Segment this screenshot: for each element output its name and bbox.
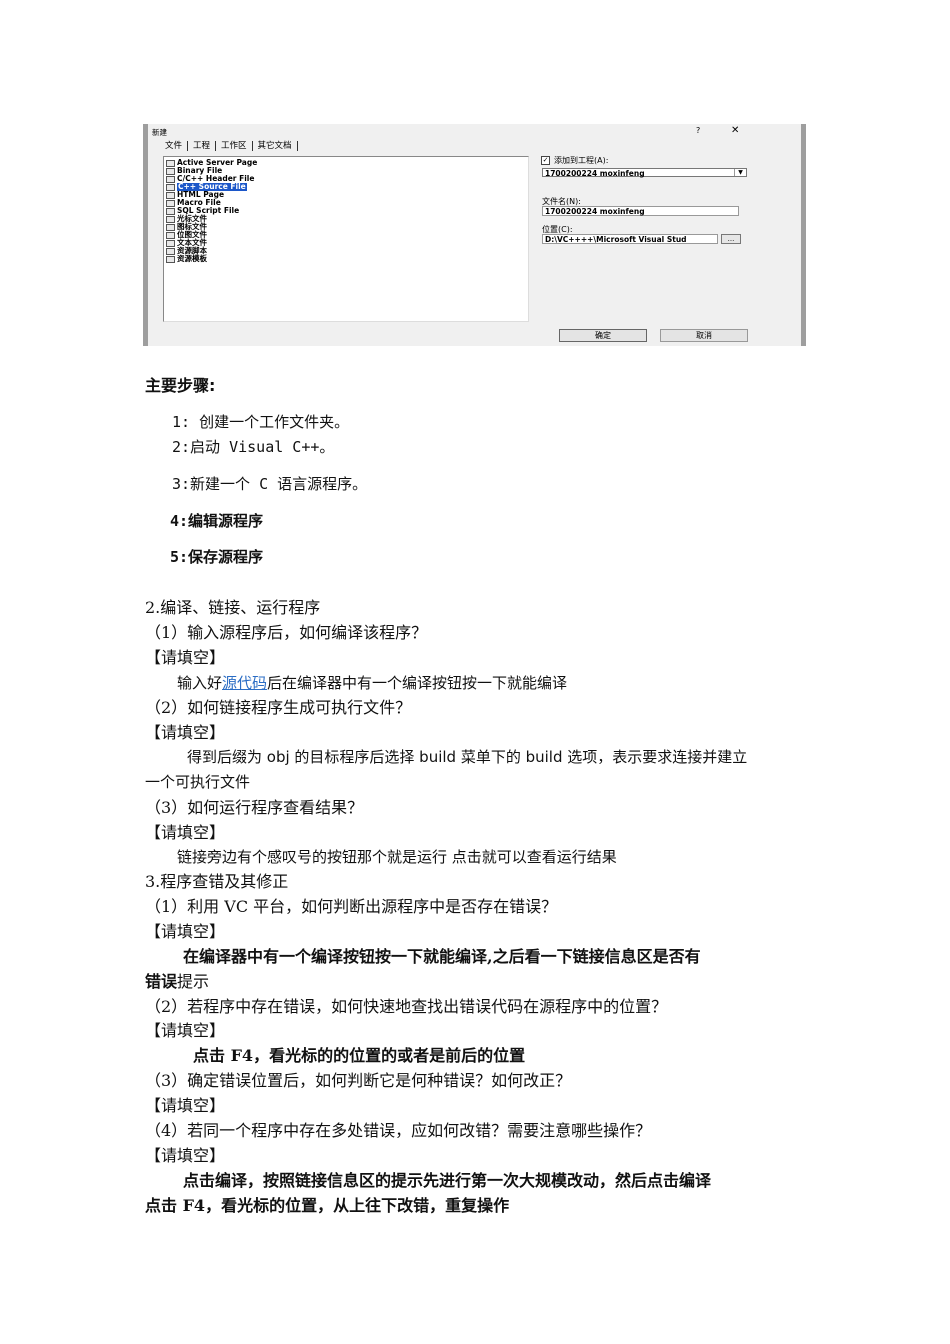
filename-input[interactable]: 1700200224 moxinfeng [542, 206, 739, 216]
asp-file-icon [166, 159, 175, 167]
add-to-project-checkbox[interactable]: ✓ 添加到工程(A): [541, 155, 608, 166]
cpp-file-icon [166, 183, 175, 191]
binary-file-icon [166, 167, 175, 175]
project-select[interactable]: 1700200224 moxinfeng ▼ [542, 168, 747, 178]
fill-in-label: 【请填空】 [145, 922, 226, 941]
file-type-list[interactable]: Active Server Page Binary File C/C++ Hea… [163, 156, 529, 322]
fill-in-label: 【请填空】 [145, 1146, 226, 1165]
question-2-1: （1）输入源程序后，如何编译该程序？ [145, 623, 428, 642]
close-icon[interactable]: ✕ [731, 125, 739, 136]
answer-3-1-line-2: 错误提示 [145, 972, 210, 991]
step-5: 5:保存源程序 [170, 548, 264, 566]
question-2-3: （3）如何运行程序查看结果？ [145, 798, 364, 817]
html-file-icon [166, 191, 175, 199]
checkmark-icon: ✓ [541, 156, 550, 165]
tab-workspaces[interactable]: 工作区 [216, 141, 253, 151]
help-button[interactable]: ? [696, 126, 700, 135]
answer-2-1: 输入好源代码后在编译器中有一个编译按钮按一下就能编译 [177, 674, 568, 692]
section-2-heading: 2.编译、链接、运行程序 [145, 598, 321, 617]
fill-in-label: 【请填空】 [145, 1021, 226, 1040]
steps-heading: 主要步骤: [145, 376, 216, 395]
answer-3-2: 点击 F4，看光标的的位置的或者是前后的位置 [193, 1046, 526, 1065]
header-file-icon [166, 175, 175, 183]
browse-button[interactable]: ... [721, 234, 741, 244]
cancel-button[interactable]: 取消 [660, 329, 748, 342]
list-item[interactable]: 资源模板 [166, 255, 207, 263]
tab-projects[interactable]: 工程 [188, 141, 217, 151]
text-file-icon [166, 239, 175, 247]
cursor-file-icon [166, 215, 175, 223]
chevron-down-icon: ▼ [734, 169, 746, 176]
resource-template-icon [166, 255, 175, 263]
tab-other-documents[interactable]: 其它文档 [253, 141, 298, 151]
dialog-title: 新建 [152, 128, 167, 137]
answer-3-4-line-1: 点击编译，按照链接信息区的提示先进行第一次大规模改动，然后点击编译 [183, 1171, 712, 1190]
step-3: 3:新建一个 C 语言源程序。 [172, 475, 368, 493]
fill-in-label: 【请填空】 [145, 723, 226, 742]
bitmap-file-icon [166, 231, 175, 239]
step-4: 4:编辑源程序 [170, 512, 264, 530]
ok-button[interactable]: 确定 [559, 329, 647, 342]
icon-file-icon [166, 223, 175, 231]
new-file-dialog: 新建 ? ✕ 文件 工程 工作区 其它文档 Active Server Page… [148, 124, 801, 346]
question-3-1: （1）利用 VC 平台，如何判断出源程序中是否存在错误？ [145, 897, 558, 916]
answer-2-2-line-1: 得到后缀为 obj 的目标程序后选择 build 菜单下的 build 选项，表… [187, 748, 748, 766]
macro-file-icon [166, 199, 175, 207]
step-1: 1: 创建一个工作文件夹。 [172, 413, 350, 431]
question-3-3: （3）确定错误位置后，如何判断它是何种错误？如何改正？ [145, 1071, 572, 1090]
question-2-2: （2）如何链接程序生成可执行文件？ [145, 698, 412, 717]
step-2: 2:启动 Visual C++。 [172, 438, 335, 456]
fill-in-label: 【请填空】 [145, 648, 226, 667]
source-code-link[interactable]: 源代码 [222, 674, 267, 692]
tab-files[interactable]: 文件 [160, 141, 189, 151]
sql-file-icon [166, 207, 175, 215]
answer-2-3: 链接旁边有个感叹号的按钮那个就是运行 点击就可以查看运行结果 [177, 848, 617, 866]
question-3-2: （2）若程序中存在错误，如何快速地查找出错误代码在源程序中的位置？ [145, 997, 668, 1016]
answer-2-2-line-2: 一个可执行文件 [145, 773, 251, 791]
dialog-tabs: 文件 工程 工作区 其它文档 [160, 141, 298, 151]
fill-in-label: 【请填空】 [145, 823, 226, 842]
question-3-4: （4）若同一个程序中存在多处错误，应如何改错？需要注意哪些操作？ [145, 1121, 652, 1140]
answer-3-1-line-1: 在编译器中有一个编译按钮按一下就能编译,之后看一下链接信息区是否有 [183, 947, 701, 966]
fill-in-label: 【请填空】 [145, 1096, 226, 1115]
screenshot-frame: 新建 ? ✕ 文件 工程 工作区 其它文档 Active Server Page… [143, 124, 806, 346]
resource-script-icon [166, 247, 175, 255]
answer-3-4-line-2: 点击 F4，看光标的位置，从上往下改错，重复操作 [145, 1196, 510, 1215]
add-to-project-label: 添加到工程(A): [554, 156, 609, 165]
location-input[interactable]: D:\VC++++\Microsoft Visual Stud [542, 234, 718, 244]
section-3-heading: 3.程序查错及其修正 [145, 872, 289, 891]
